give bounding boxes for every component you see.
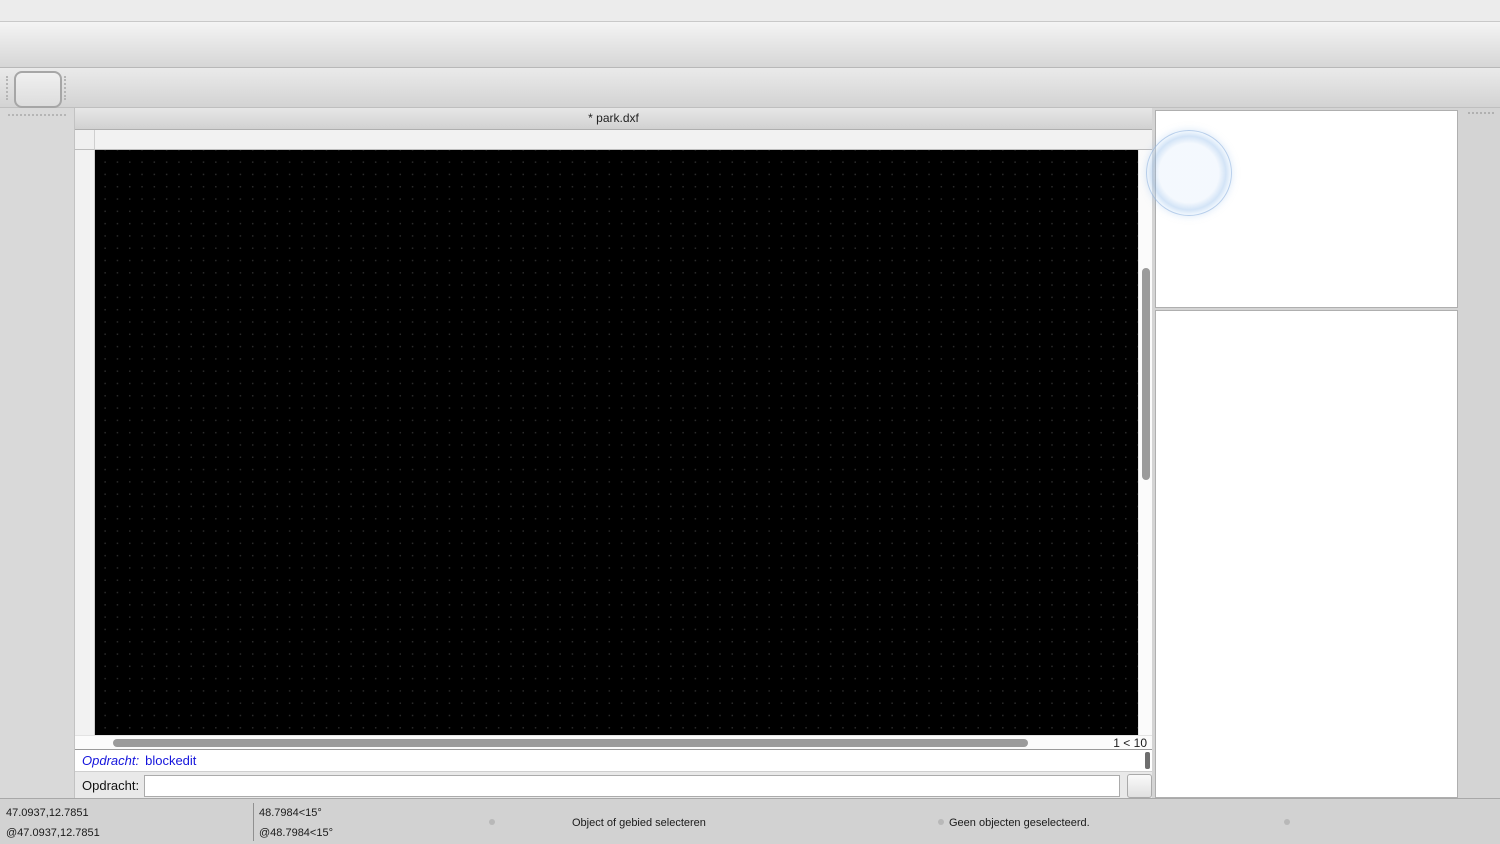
ruler-corner	[75, 130, 95, 150]
polar-absolute: 48.7984<15°	[259, 807, 322, 819]
toolbar-handle	[64, 76, 70, 100]
selection-status: Geen objecten geselecteerd.	[949, 817, 1090, 829]
command-input[interactable]	[144, 774, 1120, 797]
application-window: * park.dxf 1 < 10 Opdracht: blockedit Opd…	[0, 0, 1500, 844]
status-indicator-dot	[1284, 819, 1290, 825]
dock-handle	[1468, 112, 1494, 118]
document-title: * park.dxf	[588, 111, 639, 125]
drawing-canvas[interactable]	[95, 150, 1138, 735]
vertical-ruler	[75, 150, 95, 735]
command-options-button[interactable]	[1126, 773, 1152, 798]
dock-toggle-strip	[1462, 108, 1500, 798]
layer-list-panel	[1155, 310, 1458, 798]
status-bar: 47.0937,12.7851 @47.0937,12.7851 48.7984…	[0, 798, 1500, 844]
horizontal-ruler	[95, 130, 1152, 150]
history-scrollbar-thumb[interactable]	[1145, 752, 1150, 769]
status-indicator-dot	[938, 819, 944, 825]
tool-palette	[0, 108, 75, 798]
coordinate-relative: @47.0937,12.7851	[6, 827, 100, 839]
command-history-label: Opdracht:	[82, 753, 140, 768]
palette-handle	[8, 114, 66, 120]
command-history-value: blockedit	[145, 753, 197, 768]
command-input-row: Opdracht:	[75, 771, 1152, 799]
menu-bar	[0, 0, 1500, 22]
block-list-panel	[1155, 110, 1458, 308]
polar-relative: @48.7984<15°	[259, 827, 333, 839]
horizontal-scrollbar[interactable]: 1 < 10	[75, 735, 1152, 750]
grid-spacing-label: 1 < 10	[1113, 736, 1147, 750]
toolbar-handle	[6, 76, 12, 100]
coordinate-absolute: 47.0937,12.7851	[6, 807, 89, 819]
vertical-scrollbar-thumb[interactable]	[1142, 268, 1150, 480]
status-hint: Object of gebied selecteren	[572, 817, 706, 829]
selection-tool-button[interactable]	[14, 71, 62, 108]
command-prompt-label: Opdracht:	[82, 778, 140, 793]
command-history: Opdracht: blockedit	[75, 749, 1152, 771]
vertical-scrollbar[interactable]	[1138, 150, 1152, 735]
secondary-toolbar	[0, 68, 1500, 108]
status-indicator-dot	[489, 819, 495, 825]
statusbar-divider	[253, 803, 254, 841]
main-toolbar	[0, 22, 1500, 68]
document-titlebar[interactable]: * park.dxf	[75, 108, 1152, 130]
horizontal-scrollbar-thumb[interactable]	[113, 739, 1028, 747]
